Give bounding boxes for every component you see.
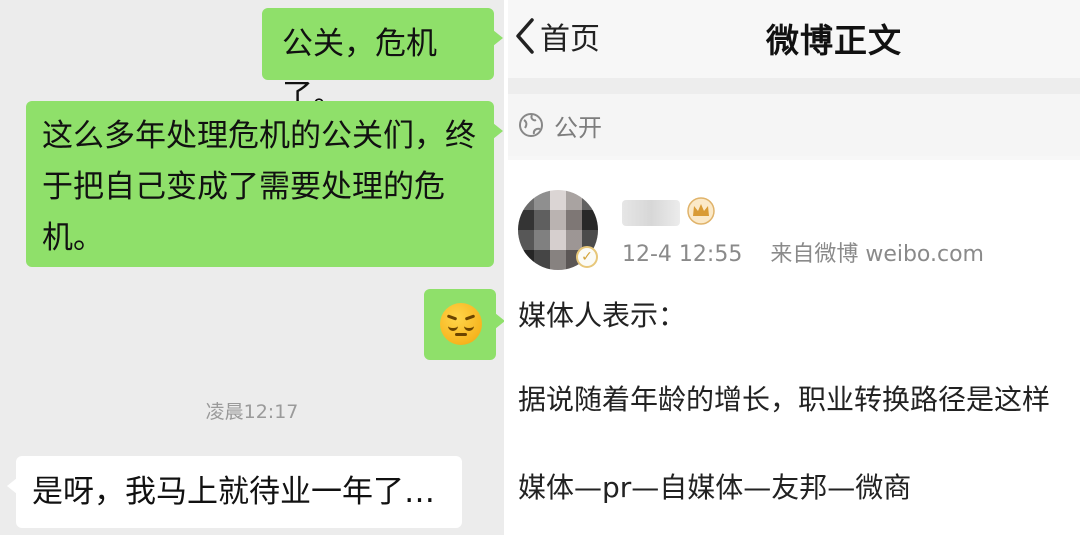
crown-badge-icon[interactable] (686, 196, 716, 226)
message-text-line: 于把自己变成了需要处理的危 (42, 169, 445, 205)
message-bubble[interactable]: 这么多年处理危机的公关们，终 于把自己变成了需要处理的危 机。 (26, 101, 503, 267)
visibility-row: 公开 (508, 94, 1080, 156)
post-paragraph: 媒体—pr—自媒体—友邦—微商 (518, 471, 912, 504)
post-meta: 12-4 12:55 来自微博 weibo.com (622, 236, 984, 268)
message-text-line: 这么多年处理危机的公关们，终 (42, 118, 476, 154)
pensive-face-icon (440, 303, 482, 345)
post-source: 来自微博 weibo.com (770, 242, 984, 267)
page-title: 微博正文 (766, 21, 902, 60)
section-gap (508, 78, 1080, 94)
message-text-line: 机。 (42, 220, 104, 256)
post-paragraph: 媒体人表示： (518, 299, 687, 332)
nav-bar: 首页 微博正文 (508, 0, 1080, 78)
visibility-label: 公开 (554, 113, 602, 142)
username-blurred[interactable] (622, 200, 680, 226)
post-time: 12-4 12:55 (622, 242, 743, 267)
verified-badge-icon: ✓ (576, 246, 598, 268)
post-card: ✓ 12-4 12:55 来自微博 weibo.com 媒体人表示： 据说随着年… (508, 160, 1080, 535)
message-text: 是呀，我马上就待业一年了… (32, 474, 435, 510)
message-bubble[interactable]: 公关，危机了。 (262, 8, 503, 114)
emoji-message-bubble[interactable] (424, 289, 504, 360)
chat-panel: 公关，危机了。 这么多年处理危机的公关们，终 于把自己变成了需要处理的危 机。 … (0, 0, 504, 535)
post-paragraph: 据说随着年龄的增长，职业转换路径是这样 (518, 383, 1051, 416)
globe-icon (519, 113, 543, 137)
chat-timestamp: 凌晨12:17 (205, 401, 299, 423)
message-bubble[interactable]: 是呀，我马上就待业一年了… (7, 456, 462, 528)
weibo-panel: 首页 微博正文 公开 ✓ 12-4 12:55 来自微博 weibo.com 媒… (508, 0, 1080, 535)
